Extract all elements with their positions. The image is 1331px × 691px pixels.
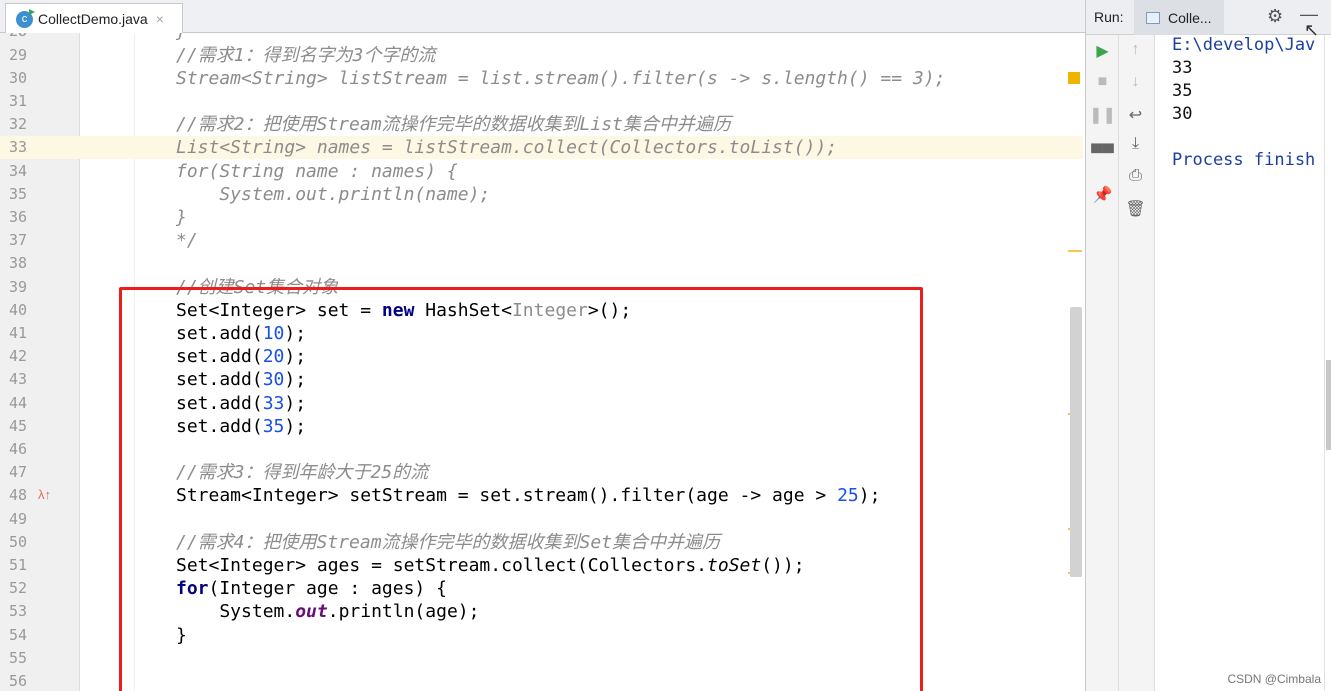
line-number: 47	[9, 463, 28, 482]
line-number: 56	[9, 671, 28, 690]
tab-label: CollectDemo.java	[38, 11, 148, 27]
code-line[interactable]: List<String> names = listStream.collect(…	[176, 136, 837, 159]
line-number: 45	[9, 416, 28, 435]
scroll-to-end-icon[interactable]: ⤓	[1119, 135, 1152, 153]
console-scrollbar[interactable]	[1324, 35, 1331, 691]
code-token: }	[176, 33, 187, 42]
code-line[interactable]: //需求1：得到名字为3个字的流	[176, 44, 435, 67]
editor-tab-bar: c CollectDemo.java ×	[0, 0, 1085, 34]
code-token: Stream<String> listStream = list.stream(…	[176, 67, 946, 89]
code-token: }	[176, 206, 187, 228]
run-panel-header: Run: Colle... ⚙ — ↖	[1086, 0, 1331, 40]
pin-icon[interactable]: 📌	[1086, 185, 1119, 205]
line-number: 54	[9, 625, 28, 644]
code-line[interactable]: */	[176, 229, 198, 252]
run-panel: Run: Colle... ⚙ — ↖ ▶ ■ ❚❚ ▀▀ 📌 ↑ ↓ ↩ ⤓ …	[1085, 0, 1331, 691]
code-editor[interactable]: 28} 29 //需求1：得到名字为3个字的流 30 Stream<String> li…	[0, 33, 1083, 691]
line-number: 44	[9, 393, 28, 412]
highlight-annotation-box	[119, 287, 923, 691]
layout-icon[interactable]: ▀▀	[1086, 145, 1119, 163]
code-token: List<String> names = listStream.collect(…	[176, 137, 838, 159]
console-output[interactable]: E:\develop\Jav 33 35 30 Process finish	[1172, 34, 1315, 172]
console-line: 30	[1172, 104, 1193, 124]
line-number: 32	[9, 115, 28, 134]
code-token: //需求1：得到名字为3个字的流	[176, 44, 436, 66]
line-number: 39	[9, 277, 28, 296]
code-line[interactable]: System.out.println(name);	[176, 183, 490, 206]
line-number: 31	[9, 91, 28, 110]
line-number: 50	[9, 532, 28, 551]
line-number: 35	[9, 184, 28, 203]
line-number: 30	[9, 68, 28, 87]
line-number: 37	[9, 231, 28, 250]
console-toolbar: ↑ ↓ ↩ ⤓ ⎙ 🗑	[1119, 35, 1155, 691]
line-number: 28	[9, 33, 69, 43]
print-icon[interactable]: ⎙	[1119, 167, 1152, 185]
down-arrow-icon[interactable]: ↓	[1119, 73, 1152, 91]
line-number: 29	[9, 45, 28, 64]
line-number: 34	[9, 161, 28, 180]
line-number: 53	[9, 602, 28, 621]
line-number: 42	[9, 347, 28, 366]
watermark: CSDN @Cimbala	[1227, 672, 1321, 686]
line-number: 38	[9, 254, 28, 273]
line-number: 43	[9, 370, 28, 389]
java-class-icon: c	[16, 8, 35, 28]
console-line: 33	[1172, 58, 1193, 78]
code-token: //需求2：把使用Stream流操作完毕的数据收集到List集合中并遍历	[176, 114, 731, 136]
console-line: Process finish	[1172, 150, 1316, 170]
console-window-icon	[1146, 11, 1160, 24]
code-line[interactable]: }	[176, 206, 187, 229]
warning-indicator-icon[interactable]	[1068, 72, 1080, 84]
console-line: 35	[1172, 81, 1193, 101]
soft-wrap-icon[interactable]: ↩	[1119, 105, 1152, 125]
code-line[interactable]: }	[176, 33, 187, 43]
line-number: 33	[9, 138, 28, 157]
gear-icon[interactable]: ⚙	[1267, 6, 1283, 27]
run-tab-collectdemo[interactable]: Colle...	[1134, 0, 1224, 35]
stop-icon[interactable]: ■	[1086, 73, 1119, 91]
trash-icon[interactable]: 🗑	[1119, 199, 1152, 219]
run-toolbar: ▶ ■ ❚❚ ▀▀ 📌	[1086, 35, 1119, 691]
line-number: 46	[9, 439, 28, 458]
line-number: 55	[9, 648, 28, 667]
run-tab-label: Colle...	[1168, 9, 1212, 26]
line-number: 51	[9, 555, 28, 574]
code-line[interactable]: for(String name : names) {	[176, 160, 458, 183]
line-number: 49	[9, 509, 28, 528]
up-arrow-icon[interactable]: ↑	[1119, 41, 1152, 59]
line-number: 36	[9, 207, 28, 226]
code-token: for(String name : names) {	[176, 160, 458, 182]
editor-scrollbar[interactable]	[1070, 307, 1082, 577]
code-token: */	[176, 230, 198, 252]
line-number: 40	[9, 300, 28, 319]
pause-icon[interactable]: ❚❚	[1086, 105, 1119, 125]
lambda-gutter-icon[interactable]: λ↑	[38, 487, 51, 502]
tab-collectdemo-java[interactable]: c CollectDemo.java ×	[5, 3, 183, 34]
close-tab-icon[interactable]: ×	[156, 11, 164, 27]
run-icon[interactable]: ▶	[1086, 41, 1119, 61]
code-line[interactable]: //需求2：把使用Stream流操作完毕的数据收集到List集合中并遍历	[176, 113, 731, 136]
run-label: Run:	[1094, 9, 1124, 25]
code-line[interactable]: Stream<String> listStream = list.stream(…	[176, 67, 945, 90]
error-stripe-mark[interactable]	[1068, 250, 1082, 252]
line-number: 41	[9, 323, 28, 342]
line-number: 52	[9, 579, 28, 598]
code-token: System.out.println(name);	[176, 183, 491, 205]
console-line: E:\develop\Jav	[1172, 35, 1316, 55]
